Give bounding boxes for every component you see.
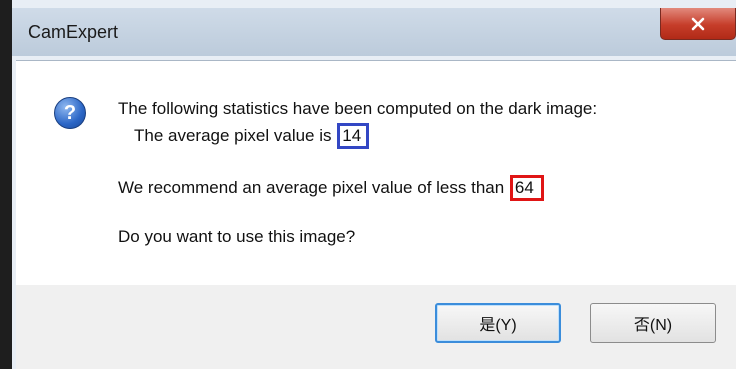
average-value-highlight: 14: [337, 123, 370, 149]
question-icon: ?: [54, 97, 86, 129]
message-line-recommend: We recommend an average pixel value of l…: [118, 175, 544, 201]
window-title: CamExpert: [28, 22, 119, 42]
yes-button[interactable]: 是(Y): [435, 303, 561, 343]
recommended-value-highlight: 64: [509, 175, 544, 201]
title-bar[interactable]: CamExpert: [12, 8, 736, 56]
no-button[interactable]: 否(N): [590, 303, 716, 343]
button-bar: 是(Y) 否(N): [16, 285, 736, 369]
close-icon: [691, 17, 705, 30]
recommend-label: We recommend an average pixel value of l…: [118, 178, 509, 197]
message-line-average: The average pixel value is 14: [134, 123, 370, 149]
close-button[interactable]: [660, 8, 736, 40]
message-line-statistics: The following statistics have been compu…: [118, 99, 598, 118]
dialog-window: CamExpert ? The following statistics hav…: [0, 0, 736, 369]
message-line-question: Do you want to use this image?: [118, 227, 356, 246]
average-label: The average pixel value is: [134, 126, 337, 145]
background-edge: [0, 0, 12, 369]
message-area: ? The following statistics have been com…: [16, 60, 736, 285]
